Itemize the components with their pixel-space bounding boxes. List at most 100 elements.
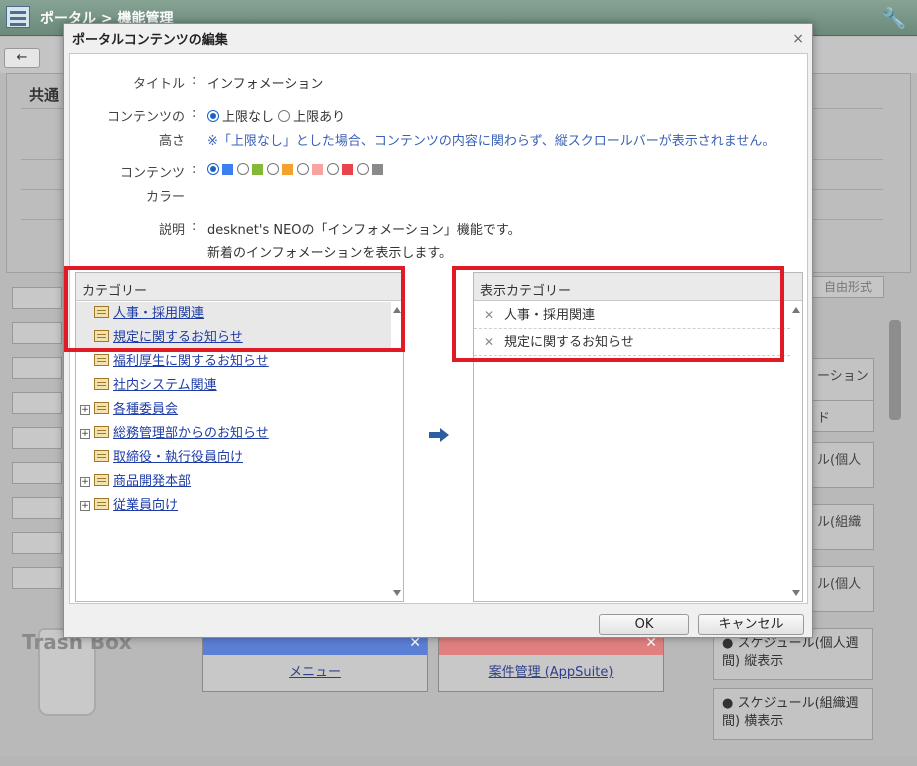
palette-item[interactable]: ル(個人 bbox=[812, 442, 874, 488]
radio-label: 上限あり bbox=[293, 110, 346, 125]
list-item bbox=[12, 532, 62, 554]
color-swatch bbox=[312, 164, 323, 175]
ok-button[interactable]: OK bbox=[599, 614, 689, 635]
wrench-icon[interactable]: 🔧 bbox=[881, 5, 907, 31]
palette-item[interactable]: ーション bbox=[812, 358, 874, 404]
scroll-down-icon[interactable] bbox=[393, 590, 401, 596]
height-note: ※「上限なし」とした場合、コンテンツの内容に関わらず、縦スクロールバーが表示され… bbox=[207, 134, 776, 149]
height-options: 上限なし 上限あり bbox=[207, 106, 345, 125]
colon: : bbox=[192, 106, 197, 121]
expand-icon[interactable]: + bbox=[80, 429, 90, 439]
widget-link[interactable]: 案件管理 (AppSuite) bbox=[439, 661, 663, 680]
expand-icon[interactable]: + bbox=[80, 477, 90, 487]
display-scrollbar[interactable] bbox=[790, 302, 802, 601]
radio-unchecked-icon[interactable] bbox=[327, 163, 339, 175]
list-item bbox=[12, 567, 62, 589]
radio-label: 上限なし bbox=[222, 110, 275, 125]
bottom-bar bbox=[0, 756, 917, 766]
dialog-title: ポータルコンテンツの編集 bbox=[72, 33, 228, 48]
color-swatch bbox=[252, 164, 263, 175]
radio-unchecked-icon[interactable] bbox=[278, 110, 291, 122]
tree-node-link[interactable]: 社内システム関連 bbox=[113, 378, 217, 393]
height-unlimited-radio[interactable]: 上限なし bbox=[207, 110, 274, 125]
color-options bbox=[207, 163, 387, 178]
tree-node[interactable]: + 総務管理部からのお知らせ bbox=[76, 422, 391, 446]
list-item bbox=[12, 462, 62, 484]
widget-appsuite[interactable]: ✕ 案件管理 (AppSuite) bbox=[438, 635, 664, 692]
widget-menu[interactable]: ✕ メニュー bbox=[202, 635, 428, 692]
expand-icon[interactable]: + bbox=[80, 405, 90, 415]
description-label: 説明 bbox=[158, 223, 185, 238]
highlight-box bbox=[64, 266, 405, 352]
radio-checked-icon[interactable] bbox=[207, 110, 219, 122]
colon: : bbox=[192, 162, 197, 177]
tree-node[interactable]: + 従業員向け bbox=[76, 494, 391, 518]
radio-unchecked-icon[interactable] bbox=[357, 163, 369, 175]
color-option[interactable] bbox=[297, 163, 327, 178]
tree-node[interactable]: + 商品開発本部 bbox=[76, 470, 391, 494]
palette-item[interactable]: ル(組織 bbox=[812, 504, 874, 550]
colon: : bbox=[192, 73, 197, 88]
radio-unchecked-icon[interactable] bbox=[267, 163, 279, 175]
color-option[interactable] bbox=[207, 163, 237, 178]
scroll-down-icon[interactable] bbox=[792, 590, 800, 596]
radio-checked-icon[interactable] bbox=[207, 163, 219, 175]
close-icon[interactable]: × bbox=[792, 31, 804, 47]
palette-item-label: スケジュール(組織週間) 横表示 bbox=[722, 696, 859, 729]
tree-node-link[interactable]: 従業員向け bbox=[113, 498, 178, 513]
list-item bbox=[12, 392, 62, 414]
edit-content-dialog: ポータルコンテンツの編集 × タイトル : インフォメーション コンテンツの 高… bbox=[63, 23, 813, 638]
tree-node-link[interactable]: 各種委員会 bbox=[113, 402, 178, 417]
move-right-arrow-icon[interactable] bbox=[429, 428, 449, 442]
radio-unchecked-icon[interactable] bbox=[297, 163, 309, 175]
colon: : bbox=[192, 219, 197, 234]
folder-icon bbox=[94, 354, 109, 366]
folder-icon bbox=[94, 450, 109, 462]
tree-node-link[interactable]: 総務管理部からのお知らせ bbox=[113, 426, 269, 441]
widget-link[interactable]: メニュー bbox=[203, 661, 427, 680]
radio-unchecked-icon[interactable] bbox=[237, 163, 249, 175]
height-limited-radio[interactable]: 上限あり bbox=[278, 110, 345, 125]
color-option[interactable] bbox=[267, 163, 297, 178]
description-line: desknet's NEOの「インフォメーション」機能です。 bbox=[207, 223, 521, 238]
color-swatch bbox=[372, 164, 383, 175]
info-icon: ● bbox=[722, 636, 734, 651]
palette-item[interactable]: ル(個人 bbox=[812, 566, 874, 612]
color-label-2: カラー bbox=[145, 190, 185, 205]
color-option[interactable] bbox=[237, 163, 267, 178]
tab-free-form[interactable]: 自由形式 bbox=[812, 276, 884, 298]
list-item bbox=[12, 322, 62, 344]
scroll-up-icon[interactable] bbox=[792, 307, 800, 313]
color-swatch bbox=[342, 164, 353, 175]
tree-node[interactable]: 福利厚生に関するお知らせ bbox=[76, 350, 391, 374]
back-button[interactable]: ← bbox=[4, 48, 40, 68]
color-swatch bbox=[222, 164, 233, 175]
tree-node[interactable]: + 各種委員会 bbox=[76, 398, 391, 422]
tree-node-link[interactable]: 取締役・執行役員向け bbox=[113, 450, 243, 465]
folder-icon bbox=[94, 498, 109, 510]
palette-item-schedule-org[interactable]: ● スケジュール(組織週間) 横表示 bbox=[713, 688, 873, 740]
portal-logo-icon bbox=[6, 6, 30, 28]
tree-node-link[interactable]: 商品開発本部 bbox=[113, 474, 191, 489]
palette-item[interactable]: ド bbox=[812, 400, 874, 432]
highlight-box bbox=[452, 266, 784, 362]
list-item bbox=[12, 357, 62, 379]
title-label: タイトル bbox=[132, 77, 185, 92]
tree-node[interactable]: 取締役・執行役員向け bbox=[76, 446, 391, 470]
widget-header[interactable]: ✕ bbox=[439, 635, 663, 655]
color-label: コンテンツ bbox=[119, 166, 185, 181]
cancel-button[interactable]: キャンセル bbox=[698, 614, 804, 635]
expand-icon[interactable]: + bbox=[80, 501, 90, 511]
tree-node[interactable]: 社内システム関連 bbox=[76, 374, 391, 398]
description-line: 新着のインフォメーションを表示します。 bbox=[207, 246, 453, 261]
tree-node-link[interactable]: 福利厚生に関するお知らせ bbox=[113, 354, 269, 369]
color-option[interactable] bbox=[327, 163, 357, 178]
list-item bbox=[12, 497, 62, 519]
palette-scrollbar[interactable] bbox=[889, 320, 901, 420]
color-option[interactable] bbox=[357, 163, 387, 178]
title-value: インフォメーション bbox=[207, 77, 324, 92]
color-swatch bbox=[282, 164, 293, 175]
widget-header[interactable]: ✕ bbox=[203, 635, 427, 655]
height-label-2: 高さ bbox=[158, 134, 185, 149]
palette-item-label: スケジュール(個人週間) 縦表示 bbox=[722, 636, 859, 669]
